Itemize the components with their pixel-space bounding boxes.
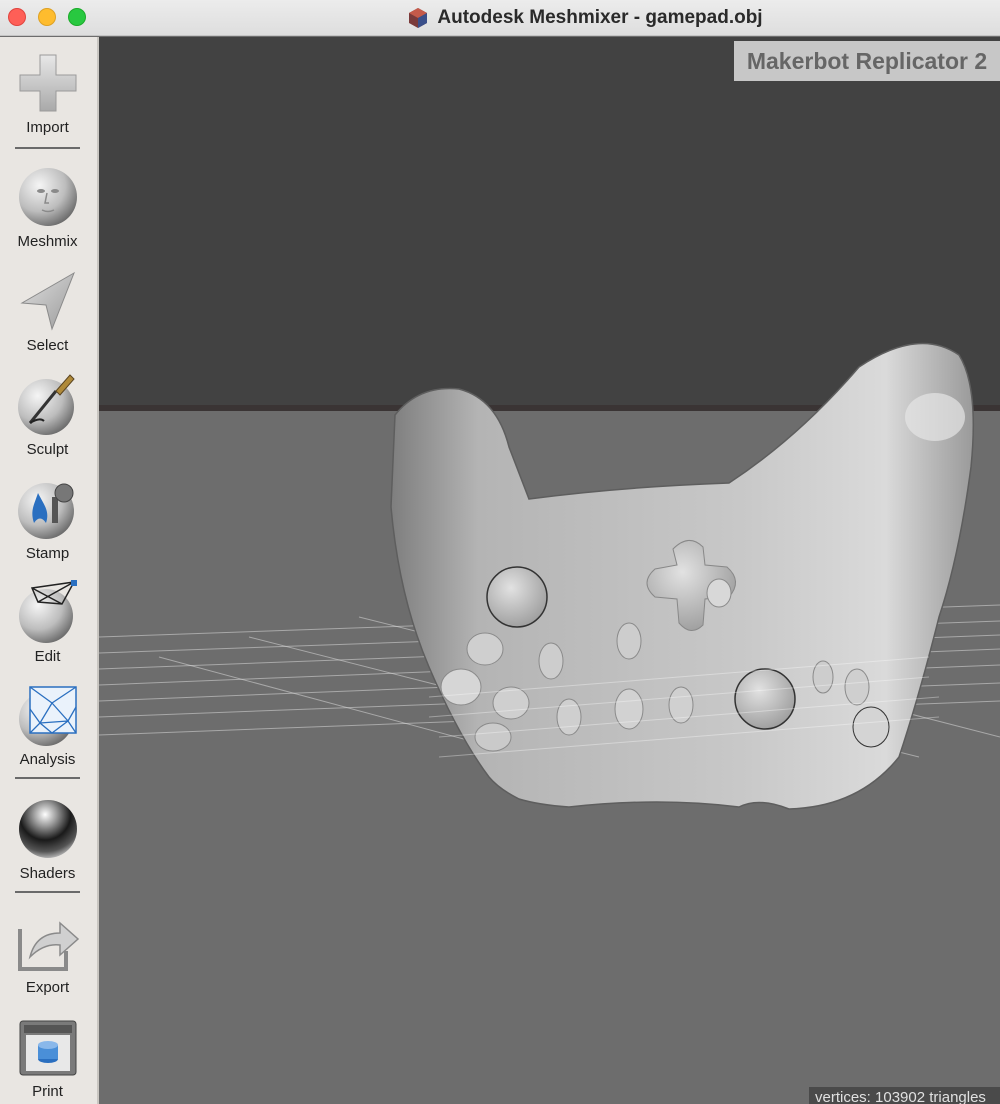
tool-sidebar: Import Meshmix Select Sculpt Stamp Edit … — [0, 37, 99, 1104]
mesh-analysis-icon — [18, 686, 77, 746]
export-tool[interactable]: Export — [0, 911, 95, 996]
tool-label: Stamp — [25, 545, 70, 562]
tool-label: Analysis — [19, 751, 76, 768]
window-title: Autodesk Meshmixer - gamepad.obj — [437, 7, 763, 28]
tool-label: Import — [26, 119, 69, 136]
build-volume-back — [99, 37, 1000, 407]
shaders-tool[interactable]: Shaders — [0, 797, 95, 882]
export-arrow-icon — [17, 921, 79, 971]
face-sphere-icon — [18, 168, 77, 226]
3d-viewport[interactable]: Makerbot Replicator 2 vertices: 103902 t… — [99, 37, 1000, 1104]
stamp-sphere-icon — [17, 483, 74, 539]
arrow-pointer-icon — [19, 271, 75, 331]
tool-label: Export — [25, 979, 70, 996]
tool-label: Sculpt — [26, 441, 69, 458]
sculpt-tool[interactable]: Sculpt — [0, 373, 95, 458]
meshmix-tool[interactable]: Meshmix — [0, 165, 95, 250]
mesh-stats-readout: vertices: 103902 triangles — [809, 1087, 1000, 1104]
select-tool[interactable]: Select — [0, 269, 95, 354]
tool-label: Edit — [34, 648, 61, 665]
sidebar-divider — [15, 891, 80, 893]
edit-tool[interactable]: Edit — [0, 580, 95, 665]
window-titlebar: Autodesk Meshmixer - gamepad.obj — [0, 0, 1000, 36]
tool-label: Select — [26, 337, 69, 354]
meshmixer-app-icon — [409, 8, 428, 28]
stamp-tool[interactable]: Stamp — [0, 477, 95, 562]
analysis-tool[interactable]: Analysis — [0, 683, 95, 768]
tool-label: Shaders — [19, 865, 76, 882]
tool-label: Meshmix — [17, 233, 78, 250]
printer-icon — [19, 1020, 76, 1076]
sidebar-divider — [15, 777, 80, 779]
printer-name-label[interactable]: Makerbot Replicator 2 — [734, 41, 1000, 81]
wireframe-sphere-icon — [18, 580, 77, 643]
sidebar-divider — [15, 147, 80, 149]
print-tool[interactable]: Print — [0, 1015, 95, 1100]
plus-icon — [19, 54, 76, 112]
brush-sphere-icon — [17, 374, 75, 435]
tool-label: Print — [32, 1083, 63, 1100]
chrome-sphere-icon — [18, 800, 77, 858]
import-tool[interactable]: Import — [0, 51, 95, 136]
scene-canvas[interactable] — [99, 37, 1000, 1104]
